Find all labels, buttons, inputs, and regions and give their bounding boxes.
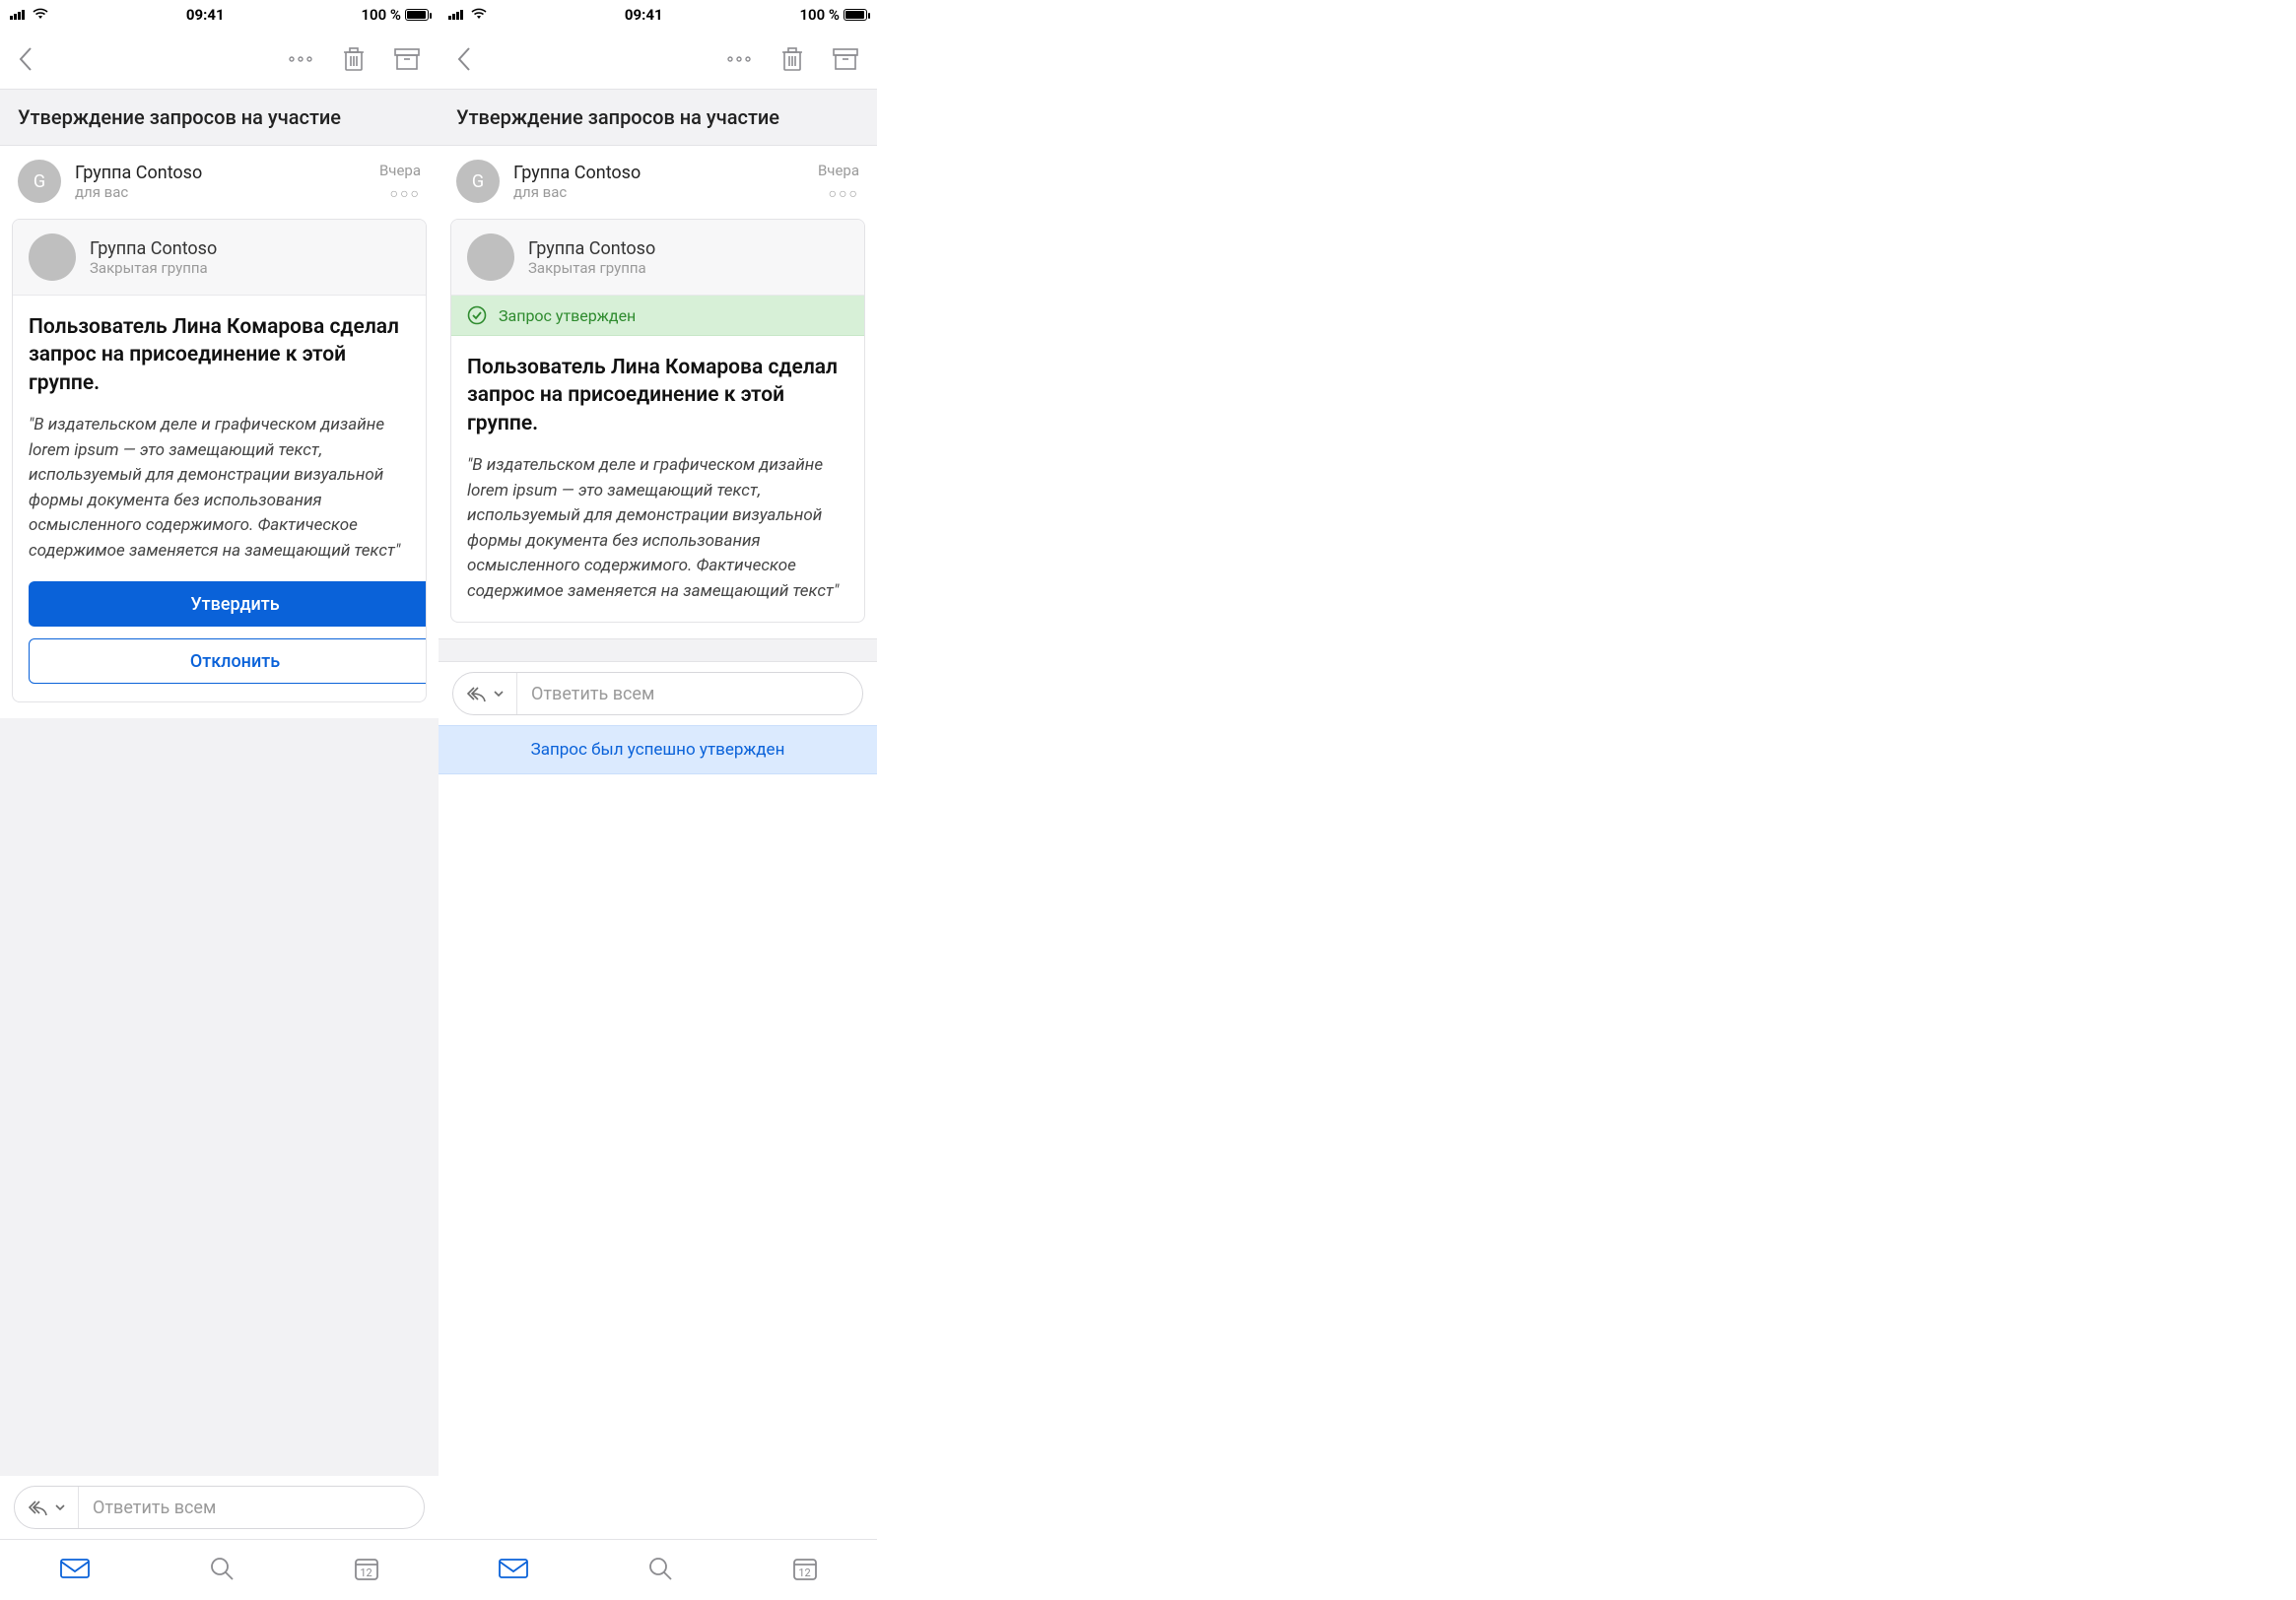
signal-icon: [448, 6, 466, 24]
group-name: Группа Contoso: [528, 238, 655, 259]
background-fill: [439, 638, 877, 662]
battery-pct: 100 %: [799, 6, 840, 24]
message-more-button[interactable]: ○○○: [829, 185, 859, 202]
delete-button[interactable]: [775, 41, 810, 77]
status-bar: 09:41 100 %: [439, 0, 877, 30]
back-button[interactable]: [446, 41, 482, 77]
check-circle-icon: [467, 305, 487, 325]
subject-bar: Утверждение запросов на участие: [0, 89, 439, 146]
status-left: [448, 6, 488, 24]
sender-to: для вас: [75, 183, 366, 201]
decline-button[interactable]: Отклонить: [29, 638, 427, 684]
delete-button[interactable]: [336, 41, 371, 77]
wifi-icon: [470, 6, 488, 24]
sender-to: для вас: [513, 183, 804, 201]
reply-input[interactable]: Ответить всем: [452, 672, 863, 715]
request-title: Пользователь Лина Комарова сделал запрос…: [29, 313, 410, 397]
reply-mode-button[interactable]: [15, 1487, 79, 1528]
approved-banner: Запрос утвержден: [451, 296, 864, 336]
battery-pct: 100 %: [361, 6, 401, 24]
archive-button[interactable]: [828, 41, 863, 77]
phone-screen-1: 09:41 100 % Утверждение запросов на учас…: [0, 0, 439, 1600]
request-description: "В издательском деле и графическом дизай…: [29, 413, 410, 564]
request-card: Группа Contoso Закрытая группа Запрос ут…: [450, 219, 865, 623]
group-type: Закрытая группа: [528, 259, 655, 277]
reply-bar: Ответить всем: [0, 1476, 439, 1539]
phone-screen-2: 09:41 100 % Утверждение запросов на учас…: [439, 0, 877, 1600]
background-fill: [0, 718, 439, 1476]
reply-input[interactable]: Ответить всем: [14, 1486, 425, 1529]
battery-icon: [405, 9, 429, 21]
status-right: 100 %: [799, 6, 867, 24]
tab-bar: 12: [0, 1539, 439, 1600]
battery-icon: [844, 9, 867, 21]
chevron-down-icon: [493, 690, 505, 698]
tab-search[interactable]: [646, 1555, 674, 1586]
group-type: Закрытая группа: [90, 259, 217, 277]
more-button[interactable]: [721, 41, 757, 77]
timestamp: Вчера: [379, 162, 421, 179]
tab-mail[interactable]: [498, 1557, 529, 1584]
signal-icon: [10, 6, 28, 24]
reply-all-icon: [27, 1499, 48, 1516]
wifi-icon: [32, 6, 49, 24]
sender-row: G Группа Contoso для вас Вчера ○○○: [439, 146, 877, 213]
status-time: 09:41: [186, 6, 225, 24]
subject-bar: Утверждение запросов на участие: [439, 89, 877, 146]
sender-row: G Группа Contoso для вас Вчера ○○○: [0, 146, 439, 213]
card-body: Пользователь Лина Комарова сделал запрос…: [13, 296, 426, 581]
approved-text: Запрос утвержден: [499, 306, 636, 325]
tab-mail[interactable]: [59, 1557, 91, 1584]
nav-bar: [439, 30, 877, 89]
reply-all-icon: [465, 685, 487, 702]
nav-bar: [0, 30, 439, 89]
tab-calendar[interactable]: 12: [791, 1555, 819, 1586]
request-card: Группа Contoso Закрытая группа Пользоват…: [12, 219, 427, 702]
reply-mode-button[interactable]: [453, 673, 517, 714]
reply-bar: Ответить всем: [439, 662, 877, 725]
calendar-day: 12: [353, 1567, 380, 1579]
card-header: Группа Contoso Закрытая группа: [451, 220, 864, 296]
approve-button[interactable]: Утвердить: [29, 581, 427, 627]
tab-calendar[interactable]: 12: [353, 1555, 380, 1586]
sender-avatar[interactable]: G: [456, 160, 500, 203]
status-right: 100 %: [361, 6, 429, 24]
message-more-button[interactable]: ○○○: [390, 185, 421, 202]
status-time: 09:41: [625, 6, 663, 24]
tab-bar: 12: [439, 1539, 877, 1600]
card-header: Группа Contoso Закрытая группа: [13, 220, 426, 296]
more-button[interactable]: [283, 41, 318, 77]
request-title: Пользователь Лина Комарова сделал запрос…: [467, 354, 848, 437]
request-description: "В издательском деле и графическом дизай…: [467, 453, 848, 604]
status-bar: 09:41 100 %: [0, 0, 439, 30]
chevron-down-icon: [54, 1503, 66, 1511]
calendar-day: 12: [791, 1567, 819, 1579]
card-body: Пользователь Лина Комарова сделал запрос…: [451, 336, 864, 622]
archive-button[interactable]: [389, 41, 425, 77]
group-avatar: [29, 233, 76, 281]
reply-placeholder: Ответить всем: [79, 1498, 216, 1518]
timestamp: Вчера: [818, 162, 859, 179]
group-name: Группа Contoso: [90, 238, 217, 259]
back-button[interactable]: [8, 41, 43, 77]
group-avatar: [467, 233, 514, 281]
sender-name: Группа Contoso: [513, 163, 804, 183]
status-left: [10, 6, 49, 24]
sender-avatar[interactable]: G: [18, 160, 61, 203]
toast: Запрос был успешно утвержден: [439, 725, 877, 774]
reply-placeholder: Ответить всем: [517, 684, 654, 704]
sender-name: Группа Contoso: [75, 163, 366, 183]
tab-search[interactable]: [208, 1555, 236, 1586]
